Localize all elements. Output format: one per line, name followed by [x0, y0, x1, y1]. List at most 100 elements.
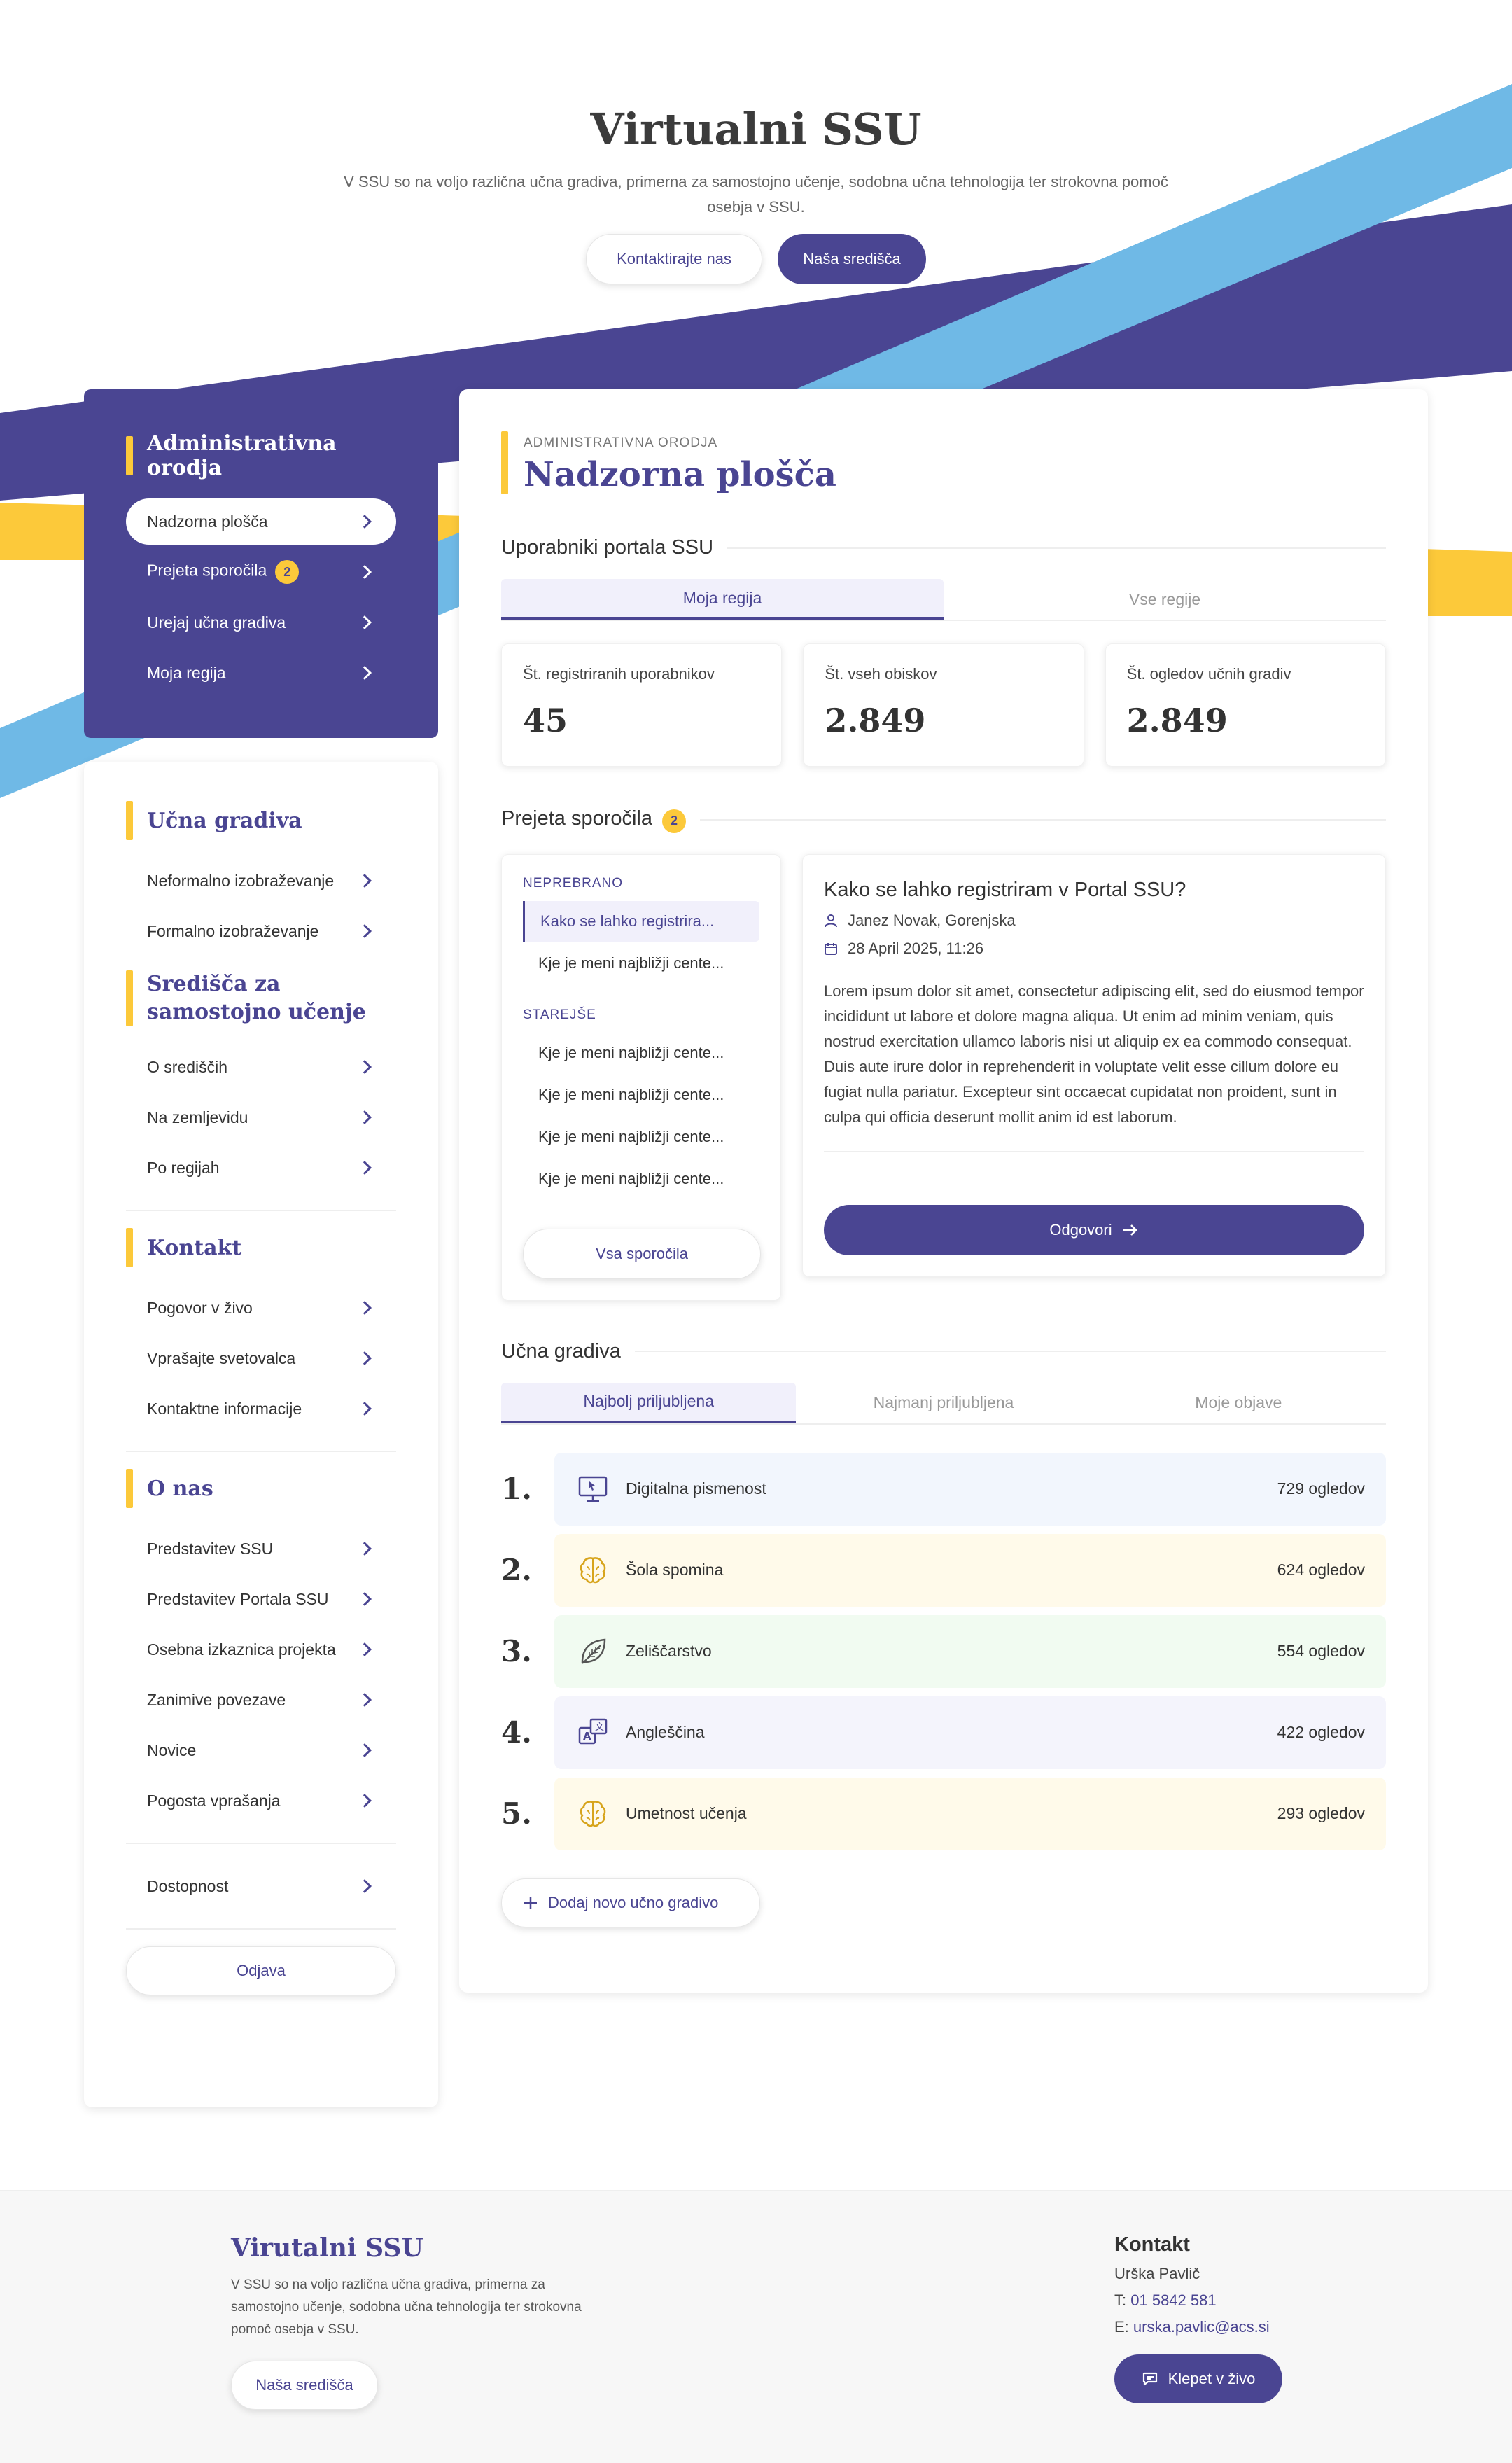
- logout-button[interactable]: Odjava: [126, 1946, 396, 1995]
- message-item[interactable]: Kje je meni najbližji cente...: [523, 1033, 760, 1073]
- message-author: Janez Novak, Gorenjska: [824, 912, 1364, 930]
- footer: Virutalni SSU V SSU so na voljo različna…: [0, 2190, 1512, 2463]
- chevron-right-icon: [358, 1110, 372, 1124]
- message-item[interactable]: Kje je meni najbližji cente...: [523, 943, 760, 984]
- stat-registered-users: Št. registriranih uporabnikov 45: [501, 643, 783, 767]
- title-accent: [126, 801, 133, 840]
- materials-ranking: 1. Digitalna pismenost 729 ogledov 2. Šo…: [501, 1449, 1386, 1855]
- chevron-right-icon: [358, 924, 372, 938]
- list-item: 3. Zeliščarstvo 554 ogledov: [501, 1611, 1386, 1692]
- materials-section-title: Učna gradiva: [501, 1340, 1386, 1363]
- message-date: 28 April 2025, 11:26: [824, 940, 1364, 958]
- list-item: 4. A文 Angleščina 422 ogledov: [501, 1692, 1386, 1773]
- chevron-right-icon: [358, 1642, 372, 1656]
- centers-button[interactable]: Naša središča: [778, 234, 926, 284]
- chevron-right-icon: [358, 1794, 372, 1808]
- sidebar-item-my-region[interactable]: Moja regija: [126, 650, 396, 696]
- sidebar-item-accessibility[interactable]: Dostopnost: [126, 1861, 396, 1911]
- chevron-right-icon: [358, 1592, 372, 1606]
- message-item[interactable]: Kje je meni najbližji cente...: [523, 1159, 760, 1199]
- message-item[interactable]: Kje je meni najbližji cente...: [523, 1075, 760, 1115]
- footer-centers-button[interactable]: Naša središča: [231, 2361, 378, 2410]
- divider: [727, 547, 1386, 549]
- users-tabs: Moja regija Vse regije: [501, 579, 1386, 621]
- sidebar-item-live-chat[interactable]: Pogovor v živo: [126, 1283, 396, 1333]
- svg-text:A: A: [583, 1730, 592, 1743]
- list-item: 1. Digitalna pismenost 729 ogledov: [501, 1449, 1386, 1530]
- chevron-right-icon: [358, 874, 372, 888]
- sidebar-item-nonformal[interactable]: Neformalno izobraževanje: [126, 856, 396, 906]
- dashboard-title: Nadzorna plošča: [524, 455, 836, 494]
- arrow-right-icon: [1123, 1224, 1138, 1236]
- all-messages-button[interactable]: Vsa sporočila: [523, 1228, 761, 1279]
- tab-least-popular[interactable]: Najmanj priljubljena: [796, 1383, 1091, 1423]
- message-body: Lorem ipsum dolor sit amet, consectetur …: [824, 982, 1364, 1126]
- sidebar-item-messages[interactable]: Prejeta sporočila 2: [126, 549, 396, 595]
- material-row[interactable]: Šola spomina 624 ogledov: [554, 1533, 1386, 1607]
- material-row[interactable]: Digitalna pismenost 729 ogledov: [554, 1452, 1386, 1526]
- material-row[interactable]: A文 Angleščina 422 ogledov: [554, 1696, 1386, 1769]
- monitor-icon: [575, 1472, 610, 1507]
- tab-all-regions[interactable]: Vse regije: [944, 579, 1386, 620]
- message-item[interactable]: Kako se lahko registrira...: [523, 900, 760, 942]
- add-material-button[interactable]: Dodaj novo učno gradivo: [501, 1878, 760, 1927]
- sidebar-item-map[interactable]: Na zemljevidu: [126, 1092, 396, 1143]
- users-section-title: Uporabniki portala SSU: [501, 536, 1386, 559]
- sidebar-item-links[interactable]: Zanimive povezave: [126, 1675, 396, 1725]
- admin-tools-title: Administrativna orodja: [126, 431, 396, 480]
- message-detail: Kako se lahko registriram v Portal SSU? …: [802, 853, 1386, 1277]
- sidebar-item-ssu-intro[interactable]: Predstavitev SSU: [126, 1523, 396, 1574]
- sidebar-item-formal[interactable]: Formalno izobraževanje: [126, 906, 396, 956]
- user-icon: [825, 914, 837, 927]
- footer-about: Virutalni SSU V SSU so na voljo različna…: [231, 2233, 609, 2410]
- chevron-right-icon: [358, 1402, 372, 1416]
- material-row[interactable]: Umetnost učenja 293 ogledov: [554, 1777, 1386, 1850]
- sidebar-item-project-id[interactable]: Osebna izkaznica projekta: [126, 1624, 396, 1675]
- list-item: 5. Umetnost učenja 293 ogledov: [501, 1773, 1386, 1855]
- tab-my-posts[interactable]: Moje objave: [1091, 1383, 1386, 1423]
- dashboard-header: ADMINISTRATIVNA ORODJA Nadzorna plošča: [501, 431, 1386, 494]
- brain-icon: [575, 1796, 610, 1831]
- phone-link[interactable]: 01 5842 581: [1130, 2291, 1216, 2309]
- list-item: 2. Šola spomina 624 ogledov: [501, 1530, 1386, 1611]
- title-accent: [501, 431, 508, 494]
- title-accent: [126, 1469, 133, 1508]
- chevron-right-icon: [358, 515, 372, 529]
- chevron-right-icon: [358, 1060, 372, 1074]
- chevron-right-icon: [358, 1161, 372, 1175]
- email-link[interactable]: urska.pavlic@acs.si: [1133, 2318, 1270, 2336]
- chevron-right-icon: [358, 1542, 372, 1556]
- tab-most-popular[interactable]: Najbolj priljubljena: [501, 1382, 797, 1423]
- title-accent: [126, 1228, 133, 1267]
- sidebar-item-edit-materials[interactable]: Urejaj učna gradiva: [126, 599, 396, 646]
- plus-icon: [524, 1896, 537, 1909]
- sidebar-item-portal-intro[interactable]: Predstavitev Portala SSU: [126, 1574, 396, 1624]
- stats-row: Št. registriranih uporabnikov 45 Št. vse…: [501, 643, 1386, 767]
- footer-description: V SSU so na voljo različna učna gradiva,…: [231, 2277, 582, 2337]
- contact-button[interactable]: Kontaktirajte nas: [586, 234, 762, 284]
- older-label: STAREJŠE: [523, 1007, 596, 1022]
- messages-section-title: Prejeta sporočila 2: [501, 807, 1386, 833]
- divider: [126, 1451, 396, 1452]
- sidebar-item-faq[interactable]: Pogosta vprašanja: [126, 1775, 396, 1826]
- leaf-icon: [575, 1634, 610, 1669]
- tab-my-region[interactable]: Moja regija: [501, 579, 944, 620]
- sidebar-item-contact-info[interactable]: Kontaktne informacije: [126, 1383, 396, 1434]
- divider: [634, 1351, 1386, 1352]
- messages-count-badge: 2: [275, 560, 300, 584]
- reply-button[interactable]: Odgovori: [824, 1204, 1364, 1255]
- live-chat-button[interactable]: Klepet v živo: [1114, 2354, 1282, 2403]
- message-item[interactable]: Kje je meni najbližji cente...: [523, 1117, 760, 1157]
- chevron-right-icon: [358, 1301, 372, 1315]
- svg-text:文: 文: [595, 1722, 604, 1733]
- sidebar-item-dashboard[interactable]: Nadzorna plošča: [126, 498, 396, 545]
- sidebar-item-about-centers[interactable]: O središčih: [126, 1042, 396, 1092]
- footer-title: Virutalni SSU: [231, 2233, 424, 2263]
- material-row[interactable]: Zeliščarstvo 554 ogledov: [554, 1614, 1386, 1688]
- contact-name: Urška Pavlič: [1114, 2265, 1200, 2282]
- sidebar-item-ask-advisor[interactable]: Vprašajte svetovalca: [126, 1333, 396, 1383]
- contact-email: E: urska.pavlic@acs.si: [1114, 2318, 1270, 2336]
- sidebar-item-news[interactable]: Novice: [126, 1725, 396, 1775]
- chevron-right-icon: [358, 666, 372, 680]
- sidebar-item-regions[interactable]: Po regijah: [126, 1143, 396, 1193]
